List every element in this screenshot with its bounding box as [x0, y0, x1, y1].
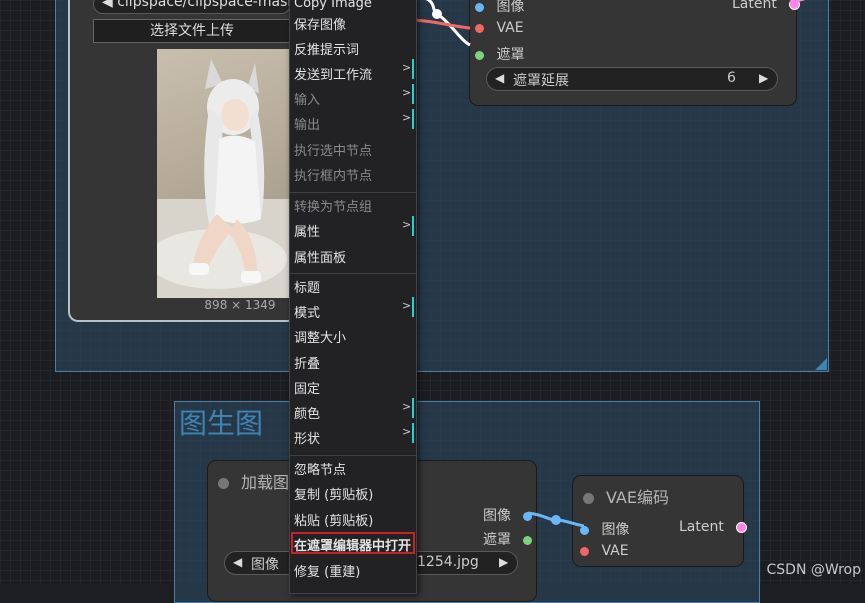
wire-vae-top: [414, 18, 471, 30]
menu-item-13[interactable]: 模式: [294, 302, 320, 321]
watermark-text: CSDN @Wrop: [766, 562, 861, 578]
menu-item-10[interactable]: 属性: [294, 221, 320, 240]
wire-latent-top: [789, 0, 806, 4]
menu-item-15[interactable]: 折叠: [294, 353, 320, 372]
context-menu: Copy Image 保存图像反推提示词发送到工作流 > 输入 > 输出 > 执行选中节点 执行…: [289, 0, 417, 594]
submenu-chevron-icon: >: [402, 218, 412, 231]
menu-item-3[interactable]: 反推提示词: [294, 39, 359, 58]
submenu-marker: [412, 398, 414, 418]
submenu-chevron-icon: >: [402, 86, 412, 99]
submenu-chevron-icon: >: [402, 425, 412, 438]
menu-item-7: 执行选中节点: [294, 144, 373, 159]
menu-item-18[interactable]: 形状: [294, 428, 320, 447]
submenu-marker: [412, 59, 414, 79]
wire-reroute-dot: [432, 9, 442, 19]
submenu-chevron-icon: >: [402, 61, 412, 74]
connection-wires: [414, 0, 806, 528]
highlight-box: [291, 532, 415, 554]
submenu-marker: [412, 297, 414, 317]
menu-item-2[interactable]: 保存图像: [294, 14, 346, 33]
wire-reroute-dot-bottom: [551, 515, 561, 525]
submenu-chevron-icon: >: [402, 400, 412, 413]
menu-separator: [290, 273, 416, 274]
menu-separator: [290, 192, 416, 193]
submenu-marker: [412, 109, 414, 129]
menu-item-14[interactable]: 调整大小: [294, 327, 346, 346]
menu-item-11[interactable]: 属性面板: [294, 247, 346, 266]
menu-item-5: 输入: [294, 93, 321, 108]
menu-item-20[interactable]: 复制 (剪贴板): [294, 484, 373, 503]
menu-item-21[interactable]: 粘贴 (剪贴板): [294, 510, 373, 529]
menu-item-1[interactable]: Copy Image: [294, 0, 372, 11]
menu-item-17[interactable]: 颜色: [294, 403, 320, 422]
submenu-chevron-icon: >: [402, 299, 412, 312]
menu-item-12[interactable]: 标题: [294, 277, 320, 296]
submenu-marker: [412, 423, 414, 443]
menu-item-8: 执行框内节点: [294, 169, 373, 184]
menu-item-9: 转换为节点组: [294, 200, 373, 215]
submenu-marker: [412, 216, 414, 236]
menu-item-16[interactable]: 固定: [294, 378, 320, 397]
menu-item-4[interactable]: 发送到工作流: [294, 64, 372, 83]
menu-item-19[interactable]: 忽略节点: [294, 459, 346, 478]
menu-separator: [290, 455, 416, 456]
submenu-chevron-icon: >: [402, 111, 412, 124]
menu-item-23[interactable]: 修复 (重建): [294, 561, 360, 580]
submenu-marker: [412, 84, 414, 104]
menu-item-6: 输出: [294, 118, 321, 133]
